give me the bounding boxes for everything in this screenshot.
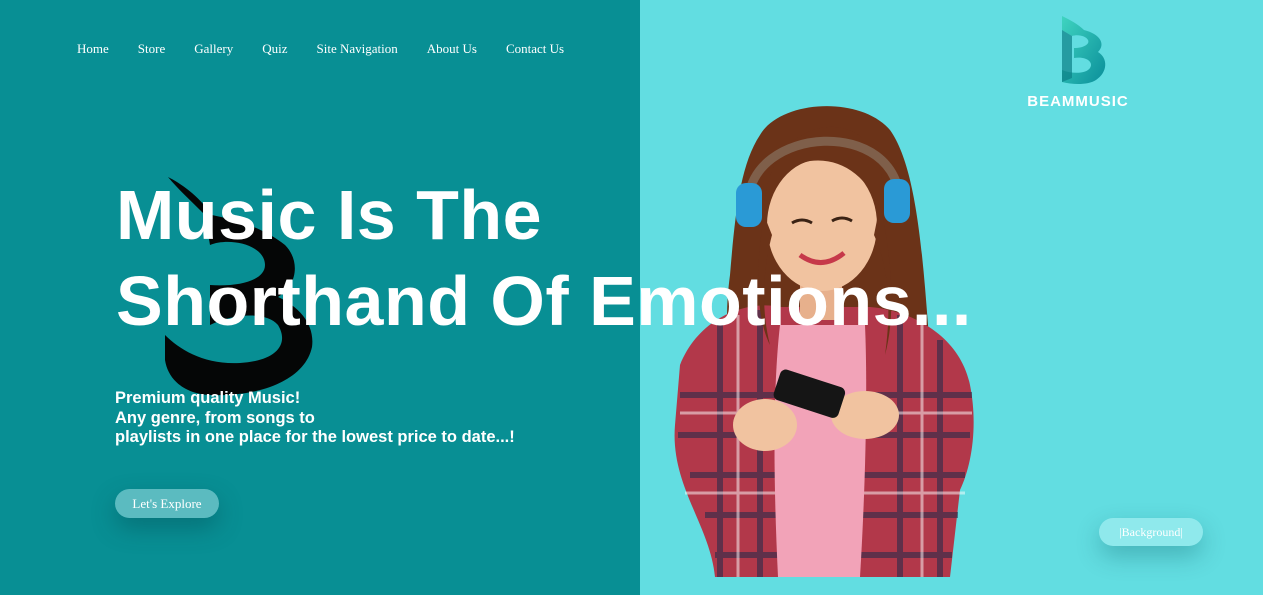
hero-headline-line1: Music Is The bbox=[116, 176, 543, 254]
nav-contact-us[interactable]: Contact Us bbox=[506, 41, 564, 57]
background-toggle-button[interactable]: |Background| bbox=[1099, 518, 1203, 546]
logo-text: BEAMMUSIC bbox=[1027, 93, 1129, 110]
hero-headline-line2: Shorthand Of Emotions... bbox=[116, 262, 972, 340]
beammusic-logo-icon bbox=[1062, 16, 1106, 85]
nav-quiz[interactable]: Quiz bbox=[262, 41, 287, 57]
nav-home[interactable]: Home bbox=[77, 41, 109, 57]
tagline-line: playlists in one place for the lowest pr… bbox=[115, 428, 515, 446]
tagline-line: Premium quality Music! bbox=[115, 389, 301, 407]
main-nav: Home Store Gallery Quiz Site Navigation … bbox=[77, 41, 593, 57]
nav-about-us[interactable]: About Us bbox=[427, 41, 477, 57]
nav-site-navigation[interactable]: Site Navigation bbox=[317, 41, 398, 57]
hero-tagline: Premium quality Music! Any genre, from s… bbox=[115, 389, 515, 448]
nav-store[interactable]: Store bbox=[138, 41, 165, 57]
nav-gallery[interactable]: Gallery bbox=[194, 41, 233, 57]
lets-explore-button[interactable]: Let's Explore bbox=[115, 489, 219, 518]
hero-headline: Music Is The Shorthand Of Emotions... bbox=[116, 172, 972, 344]
brand-logo[interactable]: BEAMMUSIC bbox=[1018, 14, 1138, 110]
tagline-line: Any genre, from songs to bbox=[115, 408, 315, 427]
